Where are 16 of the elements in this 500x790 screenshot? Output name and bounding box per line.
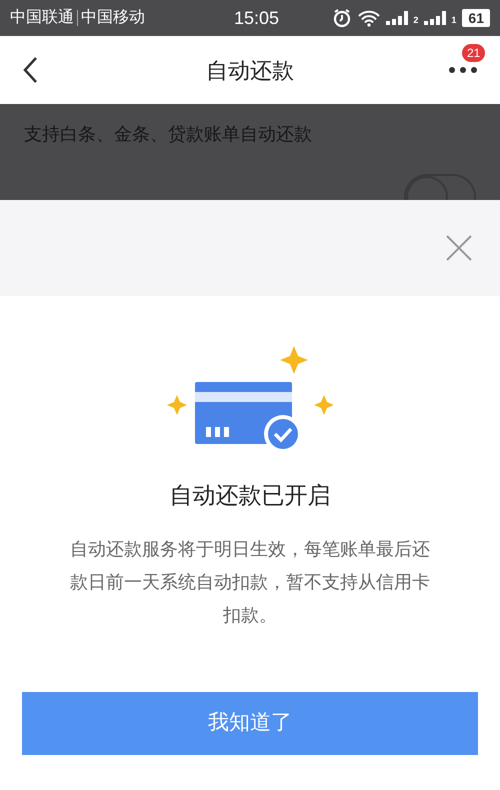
dialog-message: 自动还款服务将于明日生效，每笔账单最后还款日前一天系统自动扣款，暂不支持从信用卡扣款。 bbox=[70, 538, 430, 626]
carrier-name: 中国移动 bbox=[81, 8, 145, 28]
page-title: 自动还款 bbox=[206, 56, 294, 84]
alarm-icon bbox=[332, 8, 352, 28]
notification-badge: 21 bbox=[462, 44, 486, 62]
clock-time: 15:05 bbox=[234, 6, 280, 30]
wifi-icon bbox=[358, 10, 380, 26]
back-icon[interactable] bbox=[22, 56, 38, 84]
carrier-name: 中国联通 bbox=[10, 8, 74, 28]
battery-indicator: 61 bbox=[462, 9, 490, 27]
sim-number: 2 bbox=[413, 16, 418, 25]
confirm-button[interactable]: 我知道了 bbox=[22, 692, 478, 754]
sim-number: 1 bbox=[451, 16, 456, 25]
dialog-title: 自动还款已开启 bbox=[170, 481, 330, 510]
close-icon[interactable] bbox=[446, 235, 472, 261]
more-icon[interactable] bbox=[448, 66, 478, 74]
